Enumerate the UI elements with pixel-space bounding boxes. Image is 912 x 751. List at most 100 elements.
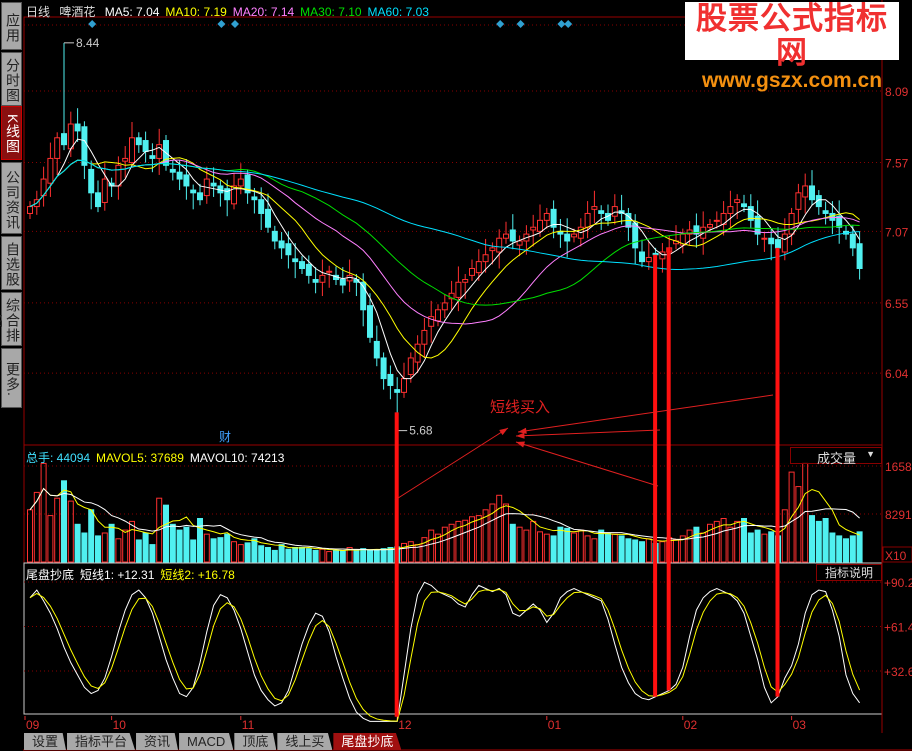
candle (27, 206, 33, 214)
indicator-value: MAVOL5: 37689 (96, 451, 184, 465)
candle (115, 164, 122, 187)
sidebar-item[interactable]: 综合排名 (0, 292, 22, 346)
candle (856, 243, 863, 270)
volume-bar (564, 527, 571, 563)
volume-bar (326, 551, 333, 563)
x-label: 12 (398, 718, 412, 732)
volume-bar (74, 523, 81, 563)
tab[interactable]: 设置 (24, 733, 67, 750)
ma-value: MA10: 7.19 (165, 5, 227, 19)
candle (543, 212, 550, 221)
price-tick: 6.04 (885, 367, 909, 381)
tab[interactable]: 资讯 (136, 733, 179, 750)
candle (339, 279, 346, 286)
indicator-value: 尾盘抄底 (26, 568, 75, 582)
volume-bar (632, 539, 639, 563)
sidebar-item[interactable]: 公司资讯 (1, 162, 22, 234)
candle (149, 155, 156, 159)
diamond-icon (564, 20, 573, 28)
candle (169, 168, 176, 173)
volume-bar (856, 531, 863, 563)
x-label: 10 (113, 718, 127, 732)
watermark: 股票公式指标网 www.gszx.com.cn (685, 2, 899, 92)
tab[interactable]: 尾盘抄底 (333, 733, 402, 750)
candle (475, 261, 482, 274)
volume-bar (27, 509, 33, 563)
volume-bar (645, 538, 652, 563)
volume-tick: X10 (885, 549, 907, 563)
candle (441, 302, 448, 311)
price-header: 日线 啤酒花 MA5: 7.04 MA10: 7.19 MA20: 7.14 MA30… (26, 3, 441, 20)
sidebar-item[interactable]: 应用 (1, 2, 22, 50)
arrow-line (517, 394, 774, 433)
candle (183, 174, 190, 187)
volume-bar (829, 532, 836, 563)
tab[interactable]: 指标平台 (67, 733, 136, 750)
volume-bar (421, 537, 428, 563)
volume-bar (591, 538, 598, 563)
arrow-line (515, 429, 661, 437)
volume-bar (380, 548, 387, 563)
candle (741, 203, 747, 208)
volume-bar (543, 533, 550, 563)
candle (537, 219, 543, 232)
chevron-down-icon: ▼ (866, 449, 875, 459)
volume-bar (550, 535, 557, 563)
candle (713, 219, 720, 222)
indicator-explain-button[interactable]: 指标说明 (816, 564, 882, 581)
arrow-line (515, 441, 659, 487)
candle (421, 329, 428, 345)
sidebar-item[interactable]: 自选股 (1, 236, 22, 290)
candle (251, 196, 258, 201)
volume-bar (163, 504, 169, 563)
sidebar-item[interactable]: K线图 (1, 106, 22, 160)
volume-bar (462, 519, 469, 563)
volume-bar (843, 538, 849, 563)
volume-bar (530, 520, 537, 563)
candle (591, 206, 598, 210)
volume-bar (836, 535, 843, 563)
volume-bar (47, 515, 54, 563)
candle (469, 268, 475, 276)
candle (271, 230, 278, 242)
volume-bar (659, 541, 666, 563)
ma10-line (29, 157, 860, 359)
candle (407, 357, 414, 375)
candle (373, 340, 380, 359)
volume-bar (686, 529, 693, 563)
volume-bar (299, 547, 305, 563)
sidebar-item[interactable]: 分时图 (1, 52, 22, 106)
candle (455, 281, 462, 298)
volume-bar (537, 531, 543, 563)
x-label: 02 (684, 718, 698, 732)
volume-bar (503, 503, 509, 563)
volume-bar (523, 529, 530, 563)
volume-bar (149, 544, 156, 563)
volume-bar (333, 549, 339, 563)
candle (802, 185, 809, 198)
volume-bar (781, 509, 788, 563)
tab[interactable]: 线上买 (277, 733, 333, 750)
indicator-select[interactable]: 成交量 ▼ (790, 447, 882, 466)
volume-bar (625, 538, 632, 563)
candle (312, 279, 319, 283)
volume-header: 总手: 44094 MAVOL5: 37689 MAVOL10: 74213 (26, 449, 290, 466)
indicator-value: 总手: 44094 (26, 451, 91, 465)
volume-bar (516, 526, 523, 563)
sidebar: 应用分时图K线图公司资讯自选股综合排名更多. (0, 0, 23, 751)
high-label: 8.44 (76, 36, 100, 50)
sidebar-item[interactable]: 更多. (1, 348, 22, 408)
candle (645, 256, 652, 263)
buy-annotation: 短线买入 (490, 399, 551, 416)
volume-bar (611, 533, 618, 563)
candle (768, 237, 775, 245)
indicator-tick: +61.4 (884, 620, 912, 634)
watermark-url: www.gszx.com.cn (701, 69, 883, 92)
volume-bar (815, 520, 822, 563)
candle (88, 168, 95, 194)
volume-bar (129, 520, 135, 563)
tab[interactable]: 顶底 (234, 733, 277, 750)
candle (530, 226, 537, 231)
stock-chart[interactable]: 8.097.577.076.556.0416588291X10+90.2+61.… (0, 0, 912, 751)
tab[interactable]: MACD (179, 733, 234, 750)
